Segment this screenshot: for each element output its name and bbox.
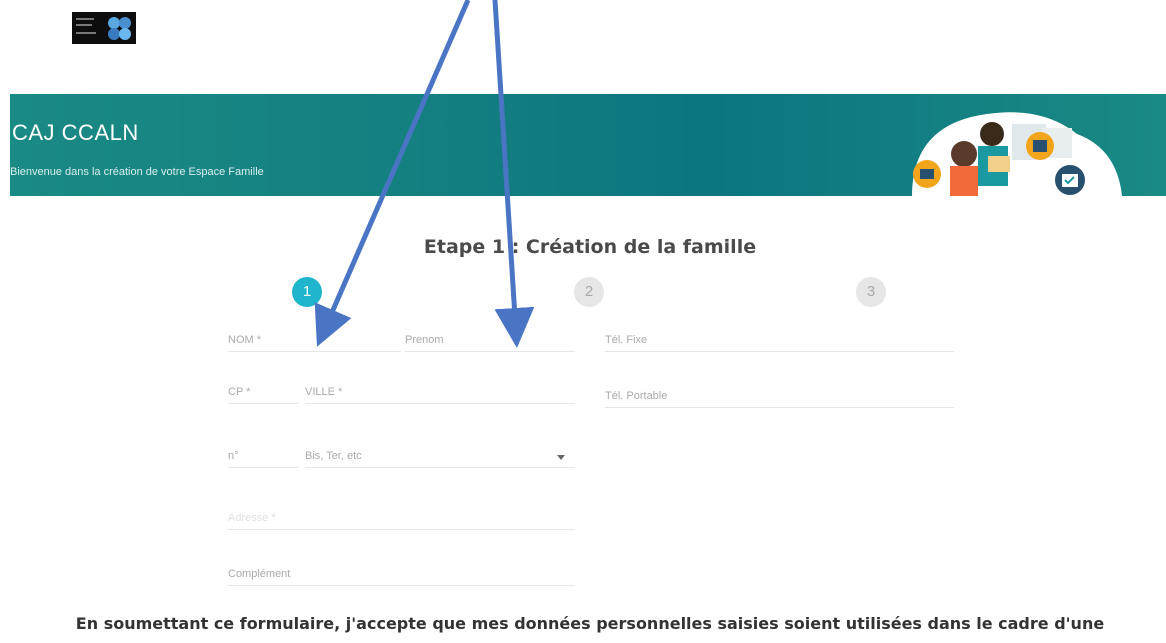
bis-ter-select[interactable]: Bis, Ter, etc — [305, 450, 575, 468]
bis-ter-value: Bis, Ter, etc — [305, 450, 362, 462]
tel-portable-field[interactable]: Tél. Portable — [605, 390, 954, 408]
prenom-field[interactable]: Prenom — [405, 334, 575, 352]
consent-text: En soumettant ce formulaire, j'accepte q… — [75, 614, 1105, 633]
app-title: CAJ CCALN — [12, 120, 139, 145]
ville-field[interactable]: VILLE * — [305, 386, 575, 404]
nom-field[interactable]: NOM * — [228, 334, 401, 352]
chevron-down-icon[interactable] — [557, 455, 565, 460]
header-banner: CAJ CCALN Bienvenue dans la création de … — [10, 94, 1166, 196]
tel-fixe-field[interactable]: Tél. Fixe — [605, 334, 954, 352]
adresse-field[interactable]: Adresse * — [228, 512, 575, 530]
app-subtitle: Bienvenue dans la création de votre Espa… — [10, 166, 264, 178]
complement-field[interactable]: Complément — [228, 568, 575, 586]
step-indicator-1[interactable]: 1 — [292, 277, 322, 307]
family-illustration — [912, 112, 1122, 196]
step-title: Etape 1 : Création de la famille — [423, 236, 757, 258]
step-indicator-2[interactable]: 2 — [574, 277, 604, 307]
cp-field[interactable]: CP * — [228, 386, 298, 404]
logo — [72, 12, 136, 44]
step-indicator-3[interactable]: 3 — [856, 277, 886, 307]
numero-field[interactable]: n° — [228, 450, 298, 468]
